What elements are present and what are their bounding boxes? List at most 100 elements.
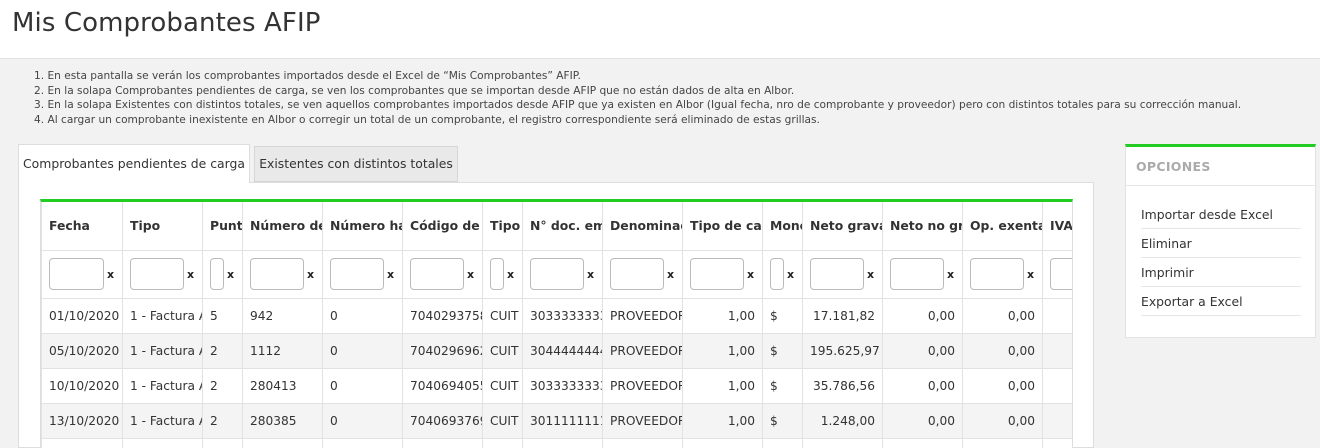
clear-filter-icon[interactable]: x xyxy=(107,268,114,281)
table-cell: 70406937695 xyxy=(402,402,483,439)
clear-filter-icon[interactable]: x xyxy=(867,268,874,281)
column-filter-input[interactable] xyxy=(810,258,864,290)
table-cell: $ xyxy=(762,402,803,439)
table-cell: 0,00 xyxy=(882,297,963,334)
table-cell: PROVEEDOR xyxy=(602,367,683,404)
column-header[interactable]: Denominación xyxy=(602,202,683,251)
table-cell: CUIT xyxy=(482,297,523,334)
table-cell xyxy=(1042,402,1072,439)
column-filter-input[interactable] xyxy=(490,258,504,290)
table-cell: CUIT xyxy=(482,402,523,439)
column-header[interactable]: Número desde xyxy=(242,202,323,251)
comprobantes-grid: FechaTipoPuntoNúmero desdeNúmero hastaCó… xyxy=(40,199,1073,448)
filter-cell: x xyxy=(322,249,403,299)
table-cell: 01/10/2020 xyxy=(41,297,123,334)
clear-filter-icon[interactable]: x xyxy=(747,268,754,281)
empty-cell xyxy=(602,437,683,448)
table-cell: 1,00 xyxy=(682,332,763,369)
column-filter-input[interactable] xyxy=(49,258,104,290)
table-row[interactable]: 01/10/20201 - Factura A5942070402937585C… xyxy=(41,297,1072,334)
table-cell: 30111111118 xyxy=(522,402,603,439)
instruction-item: 3. En la solapa Existentes con distintos… xyxy=(34,99,1242,112)
column-filter-input[interactable] xyxy=(410,258,464,290)
table-row[interactable]: 05/10/20201 - Factura A21112070402969625… xyxy=(41,332,1072,369)
column-header[interactable]: Tipo de cambio xyxy=(682,202,763,251)
column-filter-input[interactable] xyxy=(1050,258,1072,290)
clear-filter-icon[interactable]: x xyxy=(1027,268,1034,281)
table-cell: 1 - Factura A xyxy=(122,332,203,369)
column-header[interactable]: Fecha xyxy=(41,202,123,251)
tabs-panel: Comprobantes pendientes de carga Existen… xyxy=(18,144,1094,448)
table-cell: 30333333333 xyxy=(522,297,603,334)
clear-filter-icon[interactable]: x xyxy=(227,268,234,281)
table-cell: CUIT xyxy=(482,367,523,404)
column-header[interactable]: Op. exentas xyxy=(962,202,1043,251)
column-header[interactable]: Tipo xyxy=(122,202,203,251)
clear-filter-icon[interactable]: x xyxy=(507,268,514,281)
column-header[interactable]: Tipo doc. xyxy=(482,202,523,251)
table-cell: 05/10/2020 xyxy=(41,332,123,369)
column-header[interactable]: Número hasta xyxy=(322,202,403,251)
table-cell: 0,00 xyxy=(882,332,963,369)
comprobantes-table: FechaTipoPuntoNúmero desdeNúmero hastaCó… xyxy=(41,202,1072,448)
table-cell: 0,00 xyxy=(962,297,1043,334)
empty-cell xyxy=(962,437,1043,448)
clear-filter-icon[interactable]: x xyxy=(587,268,594,281)
table-cell: 70402937585 xyxy=(402,297,483,334)
column-header[interactable]: N° doc. emisor xyxy=(522,202,603,251)
filter-cell: x xyxy=(882,249,963,299)
clear-filter-icon[interactable]: x xyxy=(467,268,474,281)
table-cell: 1 - Factura A xyxy=(122,297,203,334)
column-header[interactable]: Punto xyxy=(202,202,243,251)
empty-cell xyxy=(41,437,123,448)
column-header[interactable]: Moneda xyxy=(762,202,803,251)
clear-filter-icon[interactable]: x xyxy=(667,268,674,281)
column-filter-input[interactable] xyxy=(250,258,304,290)
import-excel-option[interactable]: Importar desde Excel xyxy=(1141,200,1301,229)
page-header: Mis Comprobantes AFIP xyxy=(0,0,1320,59)
column-filter-input[interactable] xyxy=(210,258,224,290)
column-filter-input[interactable] xyxy=(770,258,784,290)
column-filter-input[interactable] xyxy=(130,258,184,290)
table-cell: 0 xyxy=(322,297,403,334)
clear-filter-icon[interactable]: x xyxy=(787,268,794,281)
table-cell: 30444444444 xyxy=(522,332,603,369)
table-cell: PROVEEDOR xyxy=(602,332,683,369)
column-filter-input[interactable] xyxy=(890,258,944,290)
column-filter-input[interactable] xyxy=(970,258,1024,290)
table-cell: 0,00 xyxy=(962,332,1043,369)
filter-cell: x xyxy=(242,249,323,299)
column-header[interactable]: Neto no gravado xyxy=(882,202,963,251)
column-filter-input[interactable] xyxy=(610,258,664,290)
column-header[interactable]: Neto gravado xyxy=(802,202,883,251)
clear-filter-icon[interactable]: x xyxy=(307,268,314,281)
empty-cell xyxy=(122,437,203,448)
table-cell: 1112 xyxy=(242,332,323,369)
clear-filter-icon[interactable]: x xyxy=(387,268,394,281)
tab-existentes-distintos-totales[interactable]: Existentes con distintos totales xyxy=(254,146,458,182)
empty-cell xyxy=(482,437,523,448)
empty-cell xyxy=(322,437,403,448)
clear-filter-icon[interactable]: x xyxy=(187,268,194,281)
table-row[interactable]: 13/10/2020 1 - Factura A 2 280385 0 704069376… xyxy=(41,402,1072,439)
column-filter-input[interactable] xyxy=(330,258,384,290)
delete-option[interactable]: Eliminar xyxy=(1141,229,1301,258)
table-cell: 0 xyxy=(322,367,403,404)
column-header[interactable]: Código de autorización xyxy=(402,202,483,251)
filter-cell: x xyxy=(482,249,523,299)
filter-cell: x xyxy=(202,249,243,299)
filter-row: xxxxxxxxxxxxxxx xyxy=(41,249,1072,299)
clear-filter-icon[interactable]: x xyxy=(947,268,954,281)
empty-cell xyxy=(802,437,883,448)
column-filter-input[interactable] xyxy=(690,258,744,290)
filter-cell: x xyxy=(762,249,803,299)
tab-comprobantes-pendientes[interactable]: Comprobantes pendientes de carga xyxy=(18,144,250,183)
table-cell: 1,00 xyxy=(682,402,763,439)
export-excel-option[interactable]: Exportar a Excel xyxy=(1141,287,1301,316)
table-cell: 0,00 xyxy=(882,367,963,404)
column-filter-input[interactable] xyxy=(530,258,584,290)
table-row[interactable]: 10/10/2020 1 - Factura A 2 280413 0 704069405… xyxy=(41,367,1072,404)
column-header[interactable]: IVA xyxy=(1042,202,1072,251)
table-cell: 30333333333 xyxy=(522,367,603,404)
print-option[interactable]: Imprimir xyxy=(1141,258,1301,287)
